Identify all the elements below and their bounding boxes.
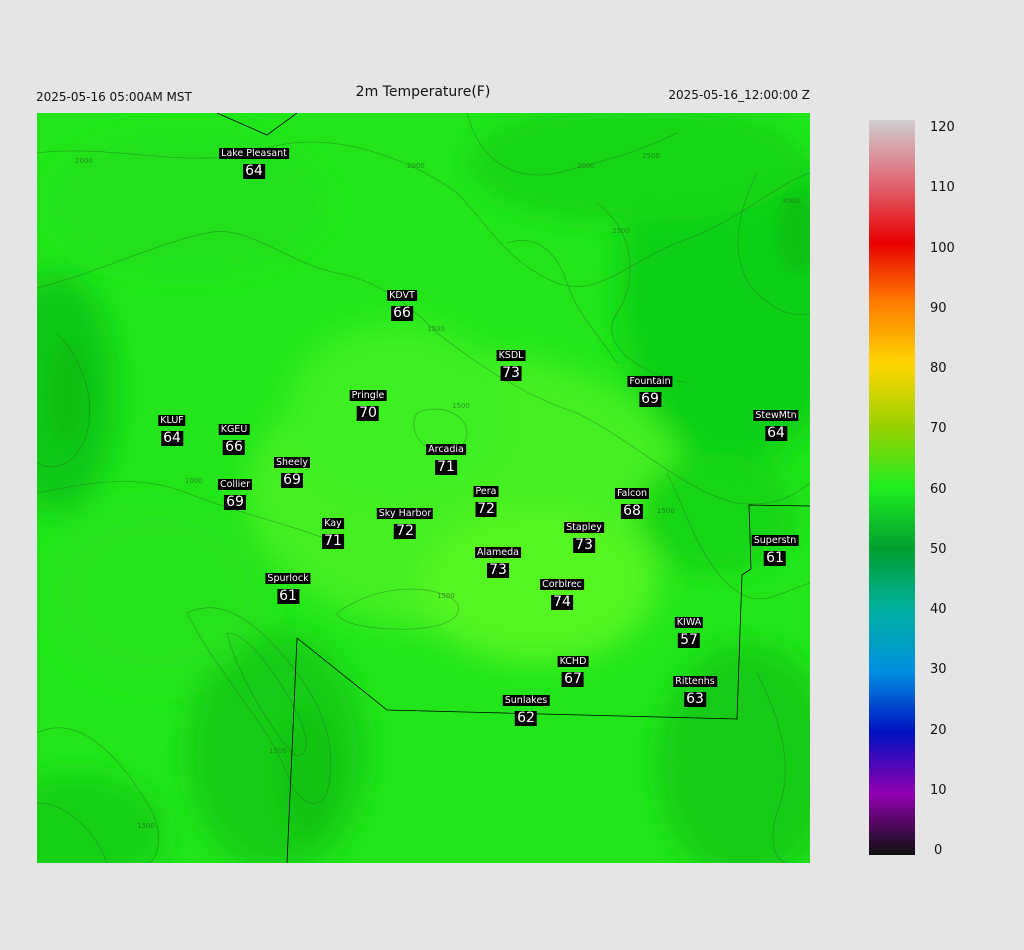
station-temperature: 69	[281, 472, 303, 488]
station-name: Pringle	[349, 390, 387, 401]
colorbar-tick-label: 20	[930, 722, 947, 738]
station-marker: Corblrec 74	[540, 572, 584, 610]
station-temperature: 72	[475, 501, 497, 517]
station-name: Spurlock	[265, 573, 311, 584]
station-layer: Lake Pleasant 64 KDVT 66 KSDL 73 Pringle 70 Foun…	[37, 113, 810, 863]
station-marker: KLUF 64	[158, 408, 186, 446]
station-marker: Pringle 70	[349, 383, 387, 421]
station-name: KSDL	[496, 350, 526, 361]
station-name: Rittenhs	[673, 676, 717, 687]
station-marker: Sky Harbor 72	[376, 501, 434, 539]
station-marker: Collier 69	[217, 472, 253, 510]
station-marker: Sheely 69	[273, 450, 311, 488]
station-marker: Alameda 73	[475, 540, 521, 578]
station-marker: Falcon 68	[614, 481, 650, 519]
station-temperature: 64	[161, 430, 183, 446]
station-name: KCHD	[557, 656, 589, 667]
station-name: Corblrec	[540, 579, 584, 590]
colorbar-tick-label: 10	[930, 782, 947, 798]
station-temperature: 57	[678, 632, 700, 648]
station-temperature: 68	[621, 503, 643, 519]
station-temperature: 71	[322, 533, 344, 549]
colorbar-tick-label: 60	[930, 481, 947, 497]
station-marker: KIWA 57	[674, 610, 704, 648]
station-name: KGEU	[218, 424, 250, 435]
colorbar-tick-label: 100	[930, 240, 955, 256]
colorbar-tick-label: 90	[930, 300, 947, 316]
station-temperature: 62	[515, 710, 537, 726]
station-temperature: 66	[391, 305, 413, 321]
station-marker: StewMtn 64	[753, 403, 799, 441]
station-name: Collier	[217, 479, 253, 490]
temperature-map[interactable]: 2000 2000 2000 2500 2500 3000 1500 1500 1000 1500…	[37, 113, 810, 863]
station-marker: Fountain 69	[627, 369, 673, 407]
station-name: Kay	[322, 518, 344, 529]
station-name: Stapley	[564, 522, 604, 533]
station-marker: Lake Pleasant 64	[219, 141, 289, 179]
station-marker: KSDL 73	[496, 343, 526, 381]
station-temperature: 64	[243, 163, 265, 179]
colorbar-tick-label: 120	[930, 120, 955, 135]
station-temperature: 66	[223, 439, 245, 455]
station-temperature: 69	[639, 391, 661, 407]
station-name: Arcadia	[426, 444, 466, 455]
station-marker: Pera 72	[473, 479, 499, 517]
station-name: StewMtn	[753, 410, 799, 421]
station-marker: KCHD 67	[557, 649, 589, 687]
colorbar-tick-label: 30	[930, 662, 947, 678]
colorbar-tick-label: 0	[934, 843, 943, 858]
colorbar-tick-label: 70	[930, 421, 947, 437]
station-name: Pera	[473, 486, 499, 497]
station-temperature: 74	[551, 594, 573, 610]
station-temperature: 69	[224, 494, 246, 510]
station-marker: KGEU 66	[218, 417, 250, 455]
valid-utc-time: 2025-05-16_12:00:00 Z	[668, 88, 810, 102]
station-name: KLUF	[158, 415, 186, 426]
station-name: Falcon	[614, 488, 650, 499]
station-marker: Kay 71	[322, 511, 344, 549]
station-name: KIWA	[674, 617, 704, 628]
station-marker: Superstn 61	[751, 528, 799, 566]
station-name: Fountain	[627, 376, 673, 387]
station-marker: Rittenhs 63	[673, 669, 717, 707]
station-marker: Sunlakes 62	[502, 688, 550, 726]
station-temperature: 73	[573, 537, 595, 553]
station-temperature: 64	[765, 425, 787, 441]
station-name: Alameda	[475, 547, 521, 558]
station-name: Sunlakes	[502, 695, 550, 706]
station-temperature: 70	[357, 405, 379, 421]
station-name: Superstn	[751, 535, 799, 546]
station-marker: KDVT 66	[387, 283, 417, 321]
station-temperature: 73	[487, 562, 509, 578]
station-marker: Arcadia 71	[426, 437, 466, 475]
station-marker: Stapley 73	[564, 515, 604, 553]
station-temperature: 71	[435, 459, 457, 475]
station-temperature: 72	[394, 523, 416, 539]
station-name: Sky Harbor	[376, 508, 434, 519]
station-name: Lake Pleasant	[219, 148, 289, 159]
station-name: KDVT	[387, 290, 417, 301]
colorbar-tick-label: 110	[930, 180, 955, 196]
station-temperature: 67	[562, 671, 584, 687]
colorbar-tick-label: 40	[930, 602, 947, 617]
station-temperature: 61	[764, 550, 786, 566]
station-temperature: 61	[277, 588, 299, 604]
station-name: Sheely	[273, 457, 311, 468]
color-scale-bar	[869, 120, 915, 855]
station-temperature: 73	[500, 365, 522, 381]
station-temperature: 63	[684, 691, 706, 707]
colorbar-tick-label: 50	[930, 541, 947, 557]
colorbar-tick-label: 80	[930, 361, 947, 376]
station-marker: Spurlock 61	[265, 566, 311, 604]
